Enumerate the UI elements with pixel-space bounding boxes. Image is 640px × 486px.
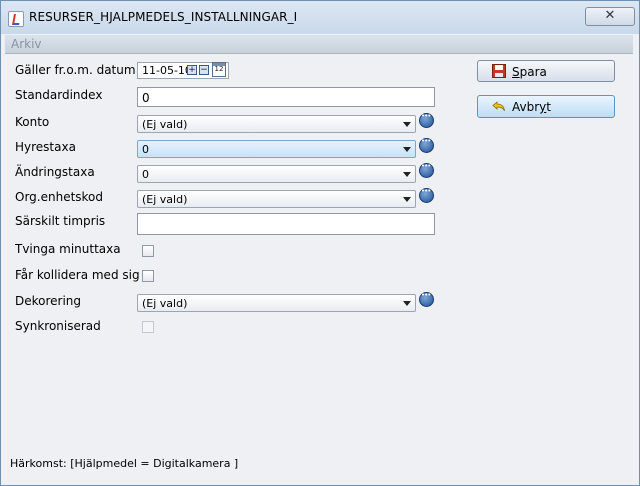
- date-increment-button[interactable]: +: [187, 65, 197, 75]
- avbryt-label: Avbryt: [512, 100, 551, 114]
- orgenhet-lookup-icon[interactable]: [419, 187, 434, 203]
- close-button[interactable]: ✕: [585, 7, 635, 26]
- synkroniserad-label: Synkroniserad: [15, 319, 101, 333]
- spara-mnemonic: S: [512, 65, 520, 79]
- dekorering-lookup-icon[interactable]: [419, 291, 434, 307]
- hyrestaxa-select[interactable]: 0: [137, 140, 416, 158]
- chevron-down-icon: [403, 172, 411, 177]
- spara-label-post: para: [519, 65, 547, 79]
- andringstaxa-lookup-icon[interactable]: [419, 162, 434, 178]
- chevron-down-icon: [403, 301, 411, 306]
- synkroniserad-checkbox: [142, 321, 154, 333]
- orgenhet-value: (Ej vald): [142, 193, 188, 206]
- andringstaxa-value: 0: [142, 168, 149, 181]
- avbryt-label-pre: Avbr: [512, 100, 540, 114]
- calendar-day: 12: [214, 65, 224, 73]
- andringstaxa-select[interactable]: 0: [137, 165, 416, 183]
- orgenhet-select[interactable]: (Ej vald): [137, 190, 416, 208]
- standardindex-label: Standardindex: [15, 88, 103, 102]
- hyrestaxa-label: Hyrestaxa: [15, 140, 76, 154]
- avbryt-label-post: t: [546, 100, 551, 114]
- menu-arkiv[interactable]: Arkiv: [11, 37, 42, 51]
- tvinga-minuttaxa-checkbox[interactable]: [142, 245, 154, 257]
- konto-select[interactable]: (Ej vald): [137, 115, 416, 133]
- herkomst-status: Härkomst: [Hjälpmedel = Digitalkamera ]: [10, 457, 239, 470]
- calendar-icon[interactable]: 12: [212, 62, 226, 77]
- dekorering-value: (Ej vald): [142, 297, 188, 310]
- menu-bar: Arkiv: [5, 35, 633, 54]
- sarskilt-timpris-label: Särskilt timpris: [15, 214, 106, 228]
- konto-label: Konto: [15, 115, 50, 129]
- java-app-icon: [8, 11, 24, 27]
- far-kollidera-checkbox[interactable]: [142, 270, 154, 282]
- andringstaxa-label: Ändringstaxa: [15, 165, 95, 179]
- konto-value: (Ej vald): [142, 118, 188, 131]
- window-title: RESURSER_HJALPMEDELS_INSTALLNINGAR_I: [29, 10, 298, 24]
- orgenhet-label: Org.enhetskod: [15, 190, 104, 204]
- chevron-down-icon: [403, 147, 411, 152]
- spara-label: Spara: [512, 65, 547, 79]
- galler-from-date-value: 11-05-10: [142, 64, 192, 77]
- undo-arrow-icon: [492, 101, 505, 112]
- avbryt-button[interactable]: Avbryt: [477, 95, 615, 118]
- hyrestaxa-lookup-icon[interactable]: [419, 137, 434, 153]
- sarskilt-timpris-input[interactable]: [137, 213, 435, 235]
- hyrestaxa-value: 0: [142, 143, 149, 156]
- far-kollidera-label: Får kollidera med sig: [15, 268, 140, 282]
- galler-from-label: Gäller fr.o.m. datum: [15, 63, 136, 77]
- standardindex-input[interactable]: 0: [137, 87, 435, 107]
- dekorering-select[interactable]: (Ej vald): [137, 294, 416, 312]
- date-decrement-button[interactable]: −: [199, 65, 209, 75]
- tvinga-minuttaxa-label: Tvinga minuttaxa: [15, 242, 121, 256]
- chevron-down-icon: [403, 122, 411, 127]
- konto-lookup-icon[interactable]: [419, 112, 434, 128]
- save-icon: [492, 64, 506, 78]
- dekorering-label: Dekorering: [15, 294, 82, 308]
- standardindex-value: 0: [142, 91, 150, 105]
- chevron-down-icon: [403, 197, 411, 202]
- title-bar: RESURSER_HJALPMEDELS_INSTALLNINGAR_I ✕: [1, 1, 639, 34]
- spara-button[interactable]: Spara: [477, 60, 615, 82]
